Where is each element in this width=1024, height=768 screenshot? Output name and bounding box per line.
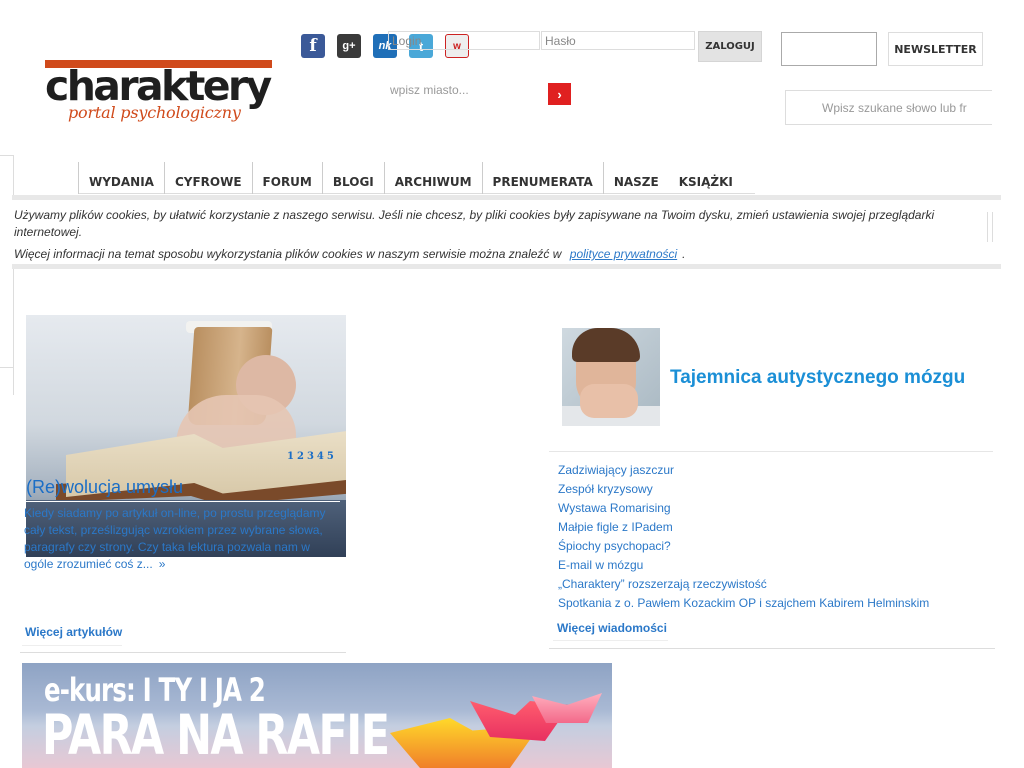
cookie-notice: Używamy plików cookies, by ułatwić korzy… <box>12 195 1001 269</box>
news-list: Zadziwiający jaszczur Zespół kryzysowy W… <box>558 461 929 613</box>
divider <box>22 645 122 646</box>
site-logo[interactable]: charaktery portal psychologiczny <box>45 60 273 130</box>
city-go-button[interactable]: › <box>548 83 571 105</box>
slider-pager: 1 2 3 4 5 <box>287 451 334 462</box>
cookie-scrollbar[interactable] <box>987 212 993 242</box>
left-divider-tick <box>0 367 13 368</box>
chevron-right-icon: › <box>557 86 562 102</box>
divider <box>553 640 668 641</box>
privacy-policy-link[interactable]: polityce prywatności <box>565 247 682 261</box>
news-link[interactable]: Zadziwiający jaszczur <box>558 461 929 480</box>
nav-item-prenumerata[interactable]: PRENUMERATA <box>481 162 603 194</box>
search-input[interactable] <box>785 90 992 125</box>
feature-title[interactable]: (Re)wolucja umysłu <box>26 477 183 498</box>
news-link[interactable]: Wystawa Romarising <box>558 499 929 518</box>
more-articles-link[interactable]: Więcej artykułów <box>25 625 122 639</box>
nav-item-wydania[interactable]: WYDANIA <box>78 162 164 194</box>
nav-item-blogi[interactable]: BLOGI <box>321 162 384 194</box>
cookie-text: Używamy plików cookies, by ułatwić korzy… <box>14 208 935 239</box>
news-thumbnail[interactable] <box>562 328 660 426</box>
news-link[interactable]: „Charaktery” rozszerzają rzeczywistość <box>558 575 929 594</box>
city-input[interactable] <box>390 80 540 100</box>
login-button[interactable]: ZALOGUJ <box>698 31 762 62</box>
feature-excerpt-text: Kiedy siadamy po artykuł on-line, po pro… <box>24 506 326 571</box>
nav-item-forum[interactable]: FORUM <box>251 162 322 194</box>
main-nav: WYDANIA CYFROWE FORUM BLOGI ARCHIWUM PRE… <box>78 162 755 194</box>
newsletter-button[interactable]: NEWSLETTER <box>888 32 983 66</box>
pager-item[interactable]: 4 <box>317 451 324 462</box>
newsletter-email-input[interactable] <box>781 32 877 66</box>
cookie-end: . <box>682 247 686 261</box>
divider <box>549 451 993 452</box>
news-link[interactable]: Śpiochy psychopaci? <box>558 537 929 556</box>
login-input[interactable] <box>388 31 540 50</box>
news-link[interactable]: Zespół kryzysowy <box>558 480 929 499</box>
pager-item[interactable]: 1 <box>287 451 294 462</box>
password-input[interactable] <box>541 31 695 50</box>
nav-item-ksiazki[interactable]: KSIĄŻKI <box>669 162 755 194</box>
pager-item[interactable]: 2 <box>297 451 304 462</box>
divider <box>549 648 995 649</box>
news-link[interactable]: Spotkania z o. Pawłem Kozackim OP i szaj… <box>558 594 929 613</box>
feature-title-rule <box>26 501 340 502</box>
divider <box>20 652 346 653</box>
news-link[interactable]: Małpie figle z IPadem <box>558 518 929 537</box>
hair <box>572 328 640 362</box>
nav-item-nasze[interactable]: NASZE <box>602 162 669 194</box>
banner-title: PARA NA RAFIE <box>42 703 390 767</box>
left-divider-tick <box>0 155 13 156</box>
facebook-icon[interactable]: f <box>301 34 325 58</box>
left-divider <box>13 155 14 395</box>
nav-item-cyfrowe[interactable]: CYFROWE <box>163 162 252 194</box>
feature-excerpt: Kiedy siadamy po artykuł on-line, po pro… <box>24 505 340 573</box>
nav-item-archiwum[interactable]: ARCHIWUM <box>383 162 482 194</box>
more-news-link[interactable]: Więcej wiadomości <box>557 621 667 635</box>
news-link[interactable]: E-mail w mózgu <box>558 556 929 575</box>
course-banner[interactable]: e-kurs: I TY I JA 2 PARA NA RAFIE <box>22 663 612 768</box>
hands <box>580 384 638 418</box>
pager-item[interactable]: 3 <box>307 451 314 462</box>
cookie-more-label: Więcej informacji na temat sposobu wykor… <box>14 247 562 261</box>
logo-tagline: portal psychologiczny <box>68 103 241 122</box>
read-more-link[interactable]: » <box>153 557 166 571</box>
news-headline[interactable]: Tajemnica autystycznego mózgu <box>670 367 965 389</box>
pager-item[interactable]: 5 <box>327 451 334 462</box>
google-plus-icon[interactable]: g+ <box>337 34 361 58</box>
cookie-more-text: Więcej informacji na temat sposobu wykor… <box>14 246 999 263</box>
